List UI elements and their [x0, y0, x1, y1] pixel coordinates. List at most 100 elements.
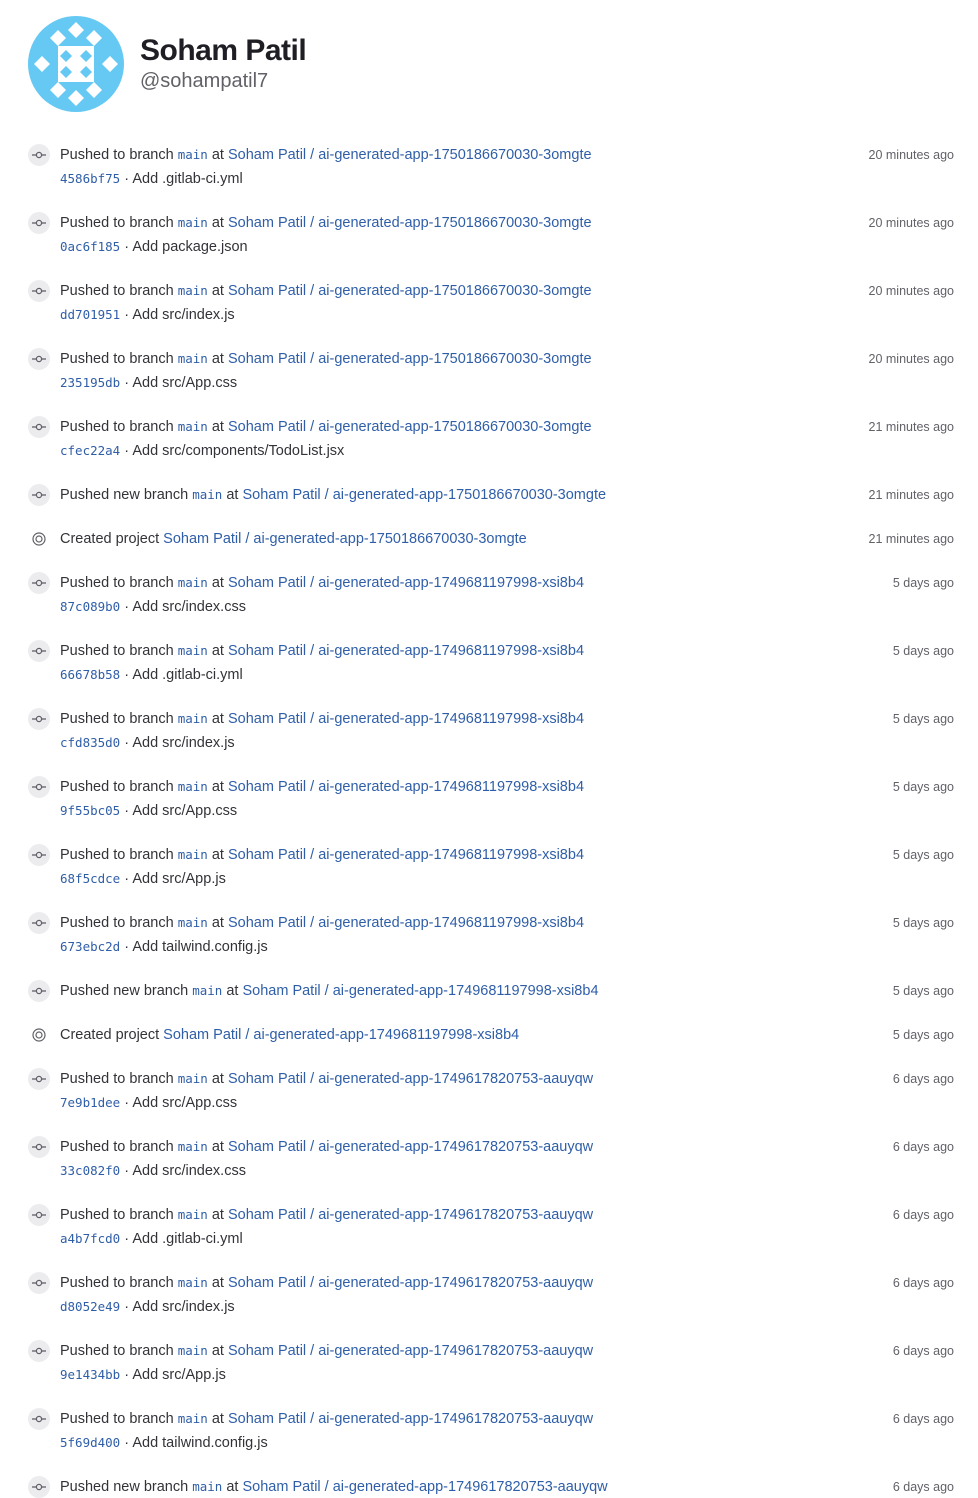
project-link[interactable]: Soham Patil / ai-generated-app-174961782…	[228, 1275, 593, 1291]
separator-dot: ·	[124, 1095, 130, 1111]
branch-link[interactable]: main	[192, 983, 222, 998]
event-time: 6 days ago	[892, 1480, 954, 1494]
commit-sha-link[interactable]: cfec22a4	[60, 443, 120, 458]
commit-message: Add .gitlab-ci.yml	[132, 667, 243, 683]
event-action: Pushed new branch	[60, 1479, 189, 1495]
commit-message: Add src/App.css	[132, 803, 238, 819]
commit-sha-link[interactable]: 673ebc2d	[60, 939, 120, 954]
project-link[interactable]: Soham Patil / ai-generated-app-174968119…	[228, 779, 584, 795]
branch-link[interactable]: main	[178, 1275, 208, 1290]
project-link[interactable]: Soham Patil / ai-generated-app-174961782…	[228, 1071, 593, 1087]
project-link[interactable]: Soham Patil / ai-generated-app-175018667…	[242, 487, 606, 503]
commit-sha-link[interactable]: 9e1434bb	[60, 1367, 120, 1382]
branch-link[interactable]: main	[178, 779, 208, 794]
project-link[interactable]: Soham Patil / ai-generated-app-174961782…	[242, 1479, 607, 1495]
commit-sha-link[interactable]: 33c082f0	[60, 1163, 120, 1178]
separator-dot: ·	[124, 443, 130, 459]
branch-link[interactable]: main	[178, 147, 208, 162]
commit-icon	[28, 1204, 50, 1226]
separator-dot: ·	[124, 803, 130, 819]
commit-sha-link[interactable]: dd701951	[60, 307, 120, 322]
project-link[interactable]: Soham Patil / ai-generated-app-175018667…	[163, 531, 527, 547]
commit-sha-link[interactable]: 4586bf75	[60, 171, 120, 186]
branch-link[interactable]: main	[178, 283, 208, 298]
branch-link[interactable]: main	[178, 1343, 208, 1358]
project-link[interactable]: Soham Patil / ai-generated-app-174968119…	[228, 915, 584, 931]
project-link[interactable]: Soham Patil / ai-generated-app-175018667…	[228, 351, 592, 367]
branch-link[interactable]: main	[178, 1207, 208, 1222]
commit-sha-link[interactable]: d8052e49	[60, 1299, 120, 1314]
project-link[interactable]: Soham Patil / ai-generated-app-174968119…	[228, 711, 584, 727]
branch-link[interactable]: main	[178, 847, 208, 862]
commit-message: Add tailwind.config.js	[132, 1435, 268, 1451]
event-time: 6 days ago	[892, 1276, 954, 1290]
event-action: Pushed to branch	[60, 915, 174, 931]
commit-message: Add src/App.css	[132, 375, 238, 391]
commit-sha-link[interactable]: 87c089b0	[60, 599, 120, 614]
commit-icon	[28, 912, 50, 934]
profile-name: Soham Patil	[140, 34, 307, 67]
at-label: at	[211, 575, 224, 591]
separator-dot: ·	[124, 871, 130, 887]
branch-link[interactable]: main	[178, 575, 208, 590]
at-label: at	[211, 1343, 224, 1359]
commit-icon	[28, 776, 50, 798]
project-link[interactable]: Soham Patil / ai-generated-app-174961782…	[228, 1343, 593, 1359]
commit-sha-link[interactable]: cfd835d0	[60, 735, 120, 750]
at-label: at	[211, 147, 224, 163]
branch-link[interactable]: main	[178, 215, 208, 230]
event-time: 5 days ago	[892, 644, 954, 658]
project-link[interactable]: Soham Patil / ai-generated-app-175018667…	[228, 283, 592, 299]
project-link[interactable]: Soham Patil / ai-generated-app-174968119…	[228, 575, 584, 591]
commit-message: Add .gitlab-ci.yml	[132, 1231, 243, 1247]
project-link[interactable]: Soham Patil / ai-generated-app-175018667…	[228, 215, 592, 231]
commit-message: Add src/App.js	[132, 1367, 226, 1383]
commit-sha-link[interactable]: 235195db	[60, 375, 120, 390]
event-time: 21 minutes ago	[868, 420, 954, 434]
separator-dot: ·	[124, 1299, 130, 1315]
commit-sha-link[interactable]: 7e9b1dee	[60, 1095, 120, 1110]
branch-link[interactable]: main	[178, 711, 208, 726]
event-time: 5 days ago	[892, 984, 954, 998]
commit-message: Add src/App.js	[132, 871, 226, 887]
branch-link[interactable]: main	[178, 419, 208, 434]
branch-link[interactable]: main	[192, 1479, 222, 1494]
project-link[interactable]: Soham Patil / ai-generated-app-174968119…	[163, 1027, 519, 1043]
commit-sha-link[interactable]: 66678b58	[60, 667, 120, 682]
project-link[interactable]: Soham Patil / ai-generated-app-174961782…	[228, 1139, 593, 1155]
event-time: 21 minutes ago	[868, 488, 954, 502]
branch-link[interactable]: main	[178, 1071, 208, 1086]
separator-dot: ·	[124, 239, 130, 255]
at-label: at	[211, 1071, 224, 1087]
commit-sha-link[interactable]: 0ac6f185	[60, 239, 120, 254]
commit-sha-link[interactable]: 5f69d400	[60, 1435, 120, 1450]
branch-link[interactable]: main	[178, 643, 208, 658]
avatar[interactable]	[28, 16, 124, 112]
event-action: Pushed to branch	[60, 1207, 174, 1223]
branch-link[interactable]: main	[178, 1411, 208, 1426]
at-label: at	[211, 1139, 224, 1155]
project-link[interactable]: Soham Patil / ai-generated-app-175018667…	[228, 147, 592, 163]
commit-message: Add src/components/TodoList.jsx	[132, 443, 345, 459]
branch-link[interactable]: main	[192, 487, 222, 502]
at-label: at	[211, 915, 224, 931]
commit-icon	[28, 348, 50, 370]
at-label: at	[226, 487, 239, 503]
project-link[interactable]: Soham Patil / ai-generated-app-174968119…	[228, 847, 584, 863]
separator-dot: ·	[124, 939, 130, 955]
event-time: 5 days ago	[892, 848, 954, 862]
project-link[interactable]: Soham Patil / ai-generated-app-174968119…	[242, 983, 598, 999]
project-link[interactable]: Soham Patil / ai-generated-app-174961782…	[228, 1207, 593, 1223]
branch-link[interactable]: main	[178, 1139, 208, 1154]
commit-sha-link[interactable]: a4b7fcd0	[60, 1231, 120, 1246]
branch-link[interactable]: main	[178, 351, 208, 366]
project-link[interactable]: Soham Patil / ai-generated-app-174961782…	[228, 1411, 593, 1427]
commit-sha-link[interactable]: 9f55bc05	[60, 803, 120, 818]
commit-sha-link[interactable]: 68f5cdce	[60, 871, 120, 886]
project-link[interactable]: Soham Patil / ai-generated-app-175018667…	[228, 419, 592, 435]
project-link[interactable]: Soham Patil / ai-generated-app-174968119…	[228, 643, 584, 659]
branch-link[interactable]: main	[178, 915, 208, 930]
event-action: Pushed to branch	[60, 711, 174, 727]
event-action: Pushed to branch	[60, 643, 174, 659]
commit-icon	[28, 640, 50, 662]
